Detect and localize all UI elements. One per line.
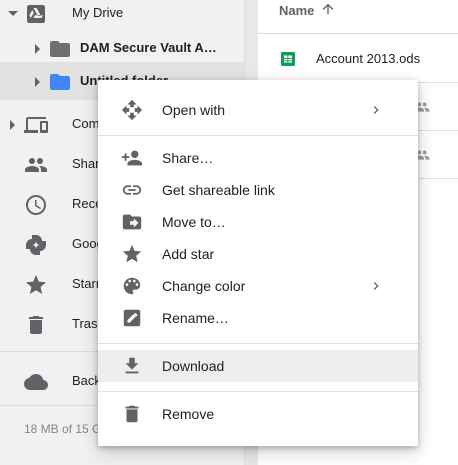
spreadsheet-icon [280,51,296,67]
star-icon [24,273,48,297]
menu-divider [98,135,418,136]
file-name: Account 2013.ods [316,51,421,66]
trash-icon [24,313,48,337]
file-list-header: Name [258,0,458,34]
sidebar-item-label: Backups [72,373,98,388]
menu-item-label: Move to… [162,214,226,230]
rename-icon [120,306,144,330]
expand-arrow-icon[interactable] [10,120,15,130]
share-icon [120,146,144,170]
menu-item-open-with[interactable]: Open with [98,94,418,126]
menu-item-rename[interactable]: Rename… [98,302,418,334]
sidebar-item-label: My Drive [72,5,124,20]
people-icon [24,153,48,177]
sidebar-item-label: Trash [72,316,98,331]
sidebar-item-label: Computers [72,116,98,131]
menu-item-remove[interactable]: Remove [98,398,418,430]
menu-item-label: Download [162,358,225,374]
chevron-right-icon [368,278,384,294]
clock-icon [24,193,48,217]
expand-arrow-icon[interactable] [35,77,40,87]
chevron-right-icon [368,102,384,118]
photos-icon [24,233,48,257]
open-with-icon [120,98,144,122]
expand-arrow-icon[interactable] [8,11,18,16]
menu-item-get-shareable-link[interactable]: Get shareable link [98,174,418,206]
folder-icon [48,70,72,94]
menu-item-label: Add star [162,246,215,262]
menu-item-download[interactable]: Download [98,350,418,382]
menu-item-label: Rename… [162,310,229,326]
menu-item-label: Change color [162,278,246,294]
computers-icon [24,113,48,137]
menu-item-share[interactable]: Share… [98,142,418,174]
expand-arrow-icon[interactable] [35,44,40,54]
sort-by-name-header[interactable]: Name [279,3,314,18]
menu-item-move-to[interactable]: Move to… [98,206,418,238]
download-icon [120,354,144,378]
menu-item-add-star[interactable]: Add star [98,238,418,270]
context-menu: Open with Share… Get shareable link Move… [98,80,418,446]
folder-icon [48,37,72,61]
menu-item-label: Get shareable link [162,182,275,198]
menu-item-label: Remove [162,406,215,422]
sidebar-item-label: Google Photos [72,236,98,251]
arrow-up-icon[interactable] [320,1,336,17]
file-row[interactable]: Account 2013.ods [258,35,458,83]
sidebar-item-label: Recent [72,196,98,211]
move-to-icon [120,210,144,234]
trash-icon [120,402,144,426]
star-icon [120,242,144,266]
menu-item-label: Share… [162,150,214,166]
cloud-icon [24,370,48,394]
menu-item-label: Open with [162,102,226,118]
sidebar-item-label: Shared with me [72,156,98,171]
sidebar-item-label: Starred [72,276,98,291]
drive-icon [24,2,48,26]
menu-divider [98,343,418,344]
sidebar-item-label: DAM Secure Vault A… [80,40,217,55]
menu-item-change-color[interactable]: Change color [98,270,418,302]
menu-divider [98,391,418,392]
link-icon [120,178,144,202]
palette-icon [120,274,144,298]
